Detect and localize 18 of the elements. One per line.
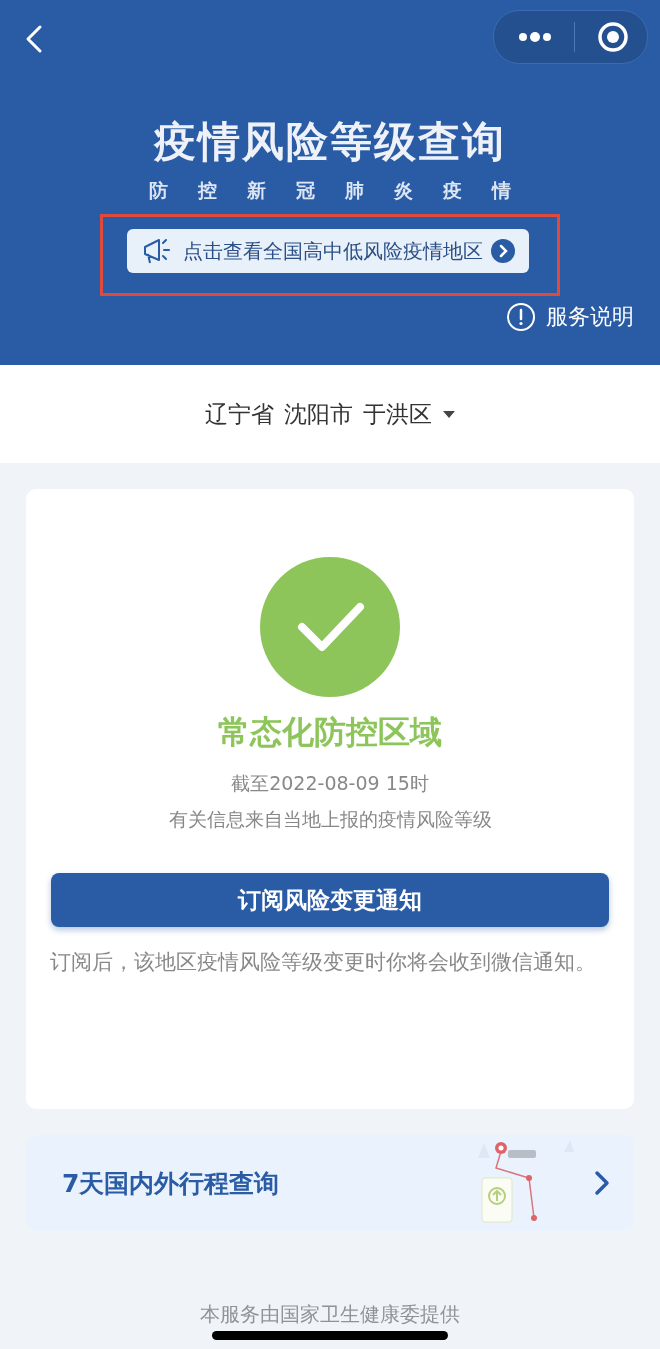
page-subtitle: 防控新冠肺炎疫情: [149, 178, 541, 203]
subscribe-note: 订阅后，该地区疫情风险等级变更时你将会收到微信通知。: [50, 949, 597, 976]
chevron-right-icon: [594, 1170, 610, 1196]
source-note: 有关信息来自当地上报的疫情风险等级: [168, 807, 492, 832]
footer-note: 本服务由国家卫生健康委提供: [200, 1301, 460, 1328]
back-icon[interactable]: [24, 24, 44, 54]
help-link[interactable]: 服务说明: [506, 302, 634, 332]
update-time: 截至2022-08-09 15时: [231, 771, 429, 796]
dropdown-icon: [441, 409, 456, 419]
page-title: 疫情风险等级查询: [154, 116, 506, 168]
more-icon[interactable]: [518, 31, 552, 43]
info-icon: [506, 302, 536, 332]
subscribe-button[interactable]: 订阅风险变更通知: [51, 873, 609, 927]
location-selector[interactable]: 辽宁省 沈阳市 于洪区: [198, 397, 462, 431]
risk-status: 常态化防控区域: [218, 712, 442, 753]
trip-query-card[interactable]: 7天国内外行程查询: [26, 1135, 634, 1231]
notice-button[interactable]: 点击查看全国高中低风险疫情地区: [127, 229, 529, 273]
chevron-right-icon: [491, 239, 515, 263]
